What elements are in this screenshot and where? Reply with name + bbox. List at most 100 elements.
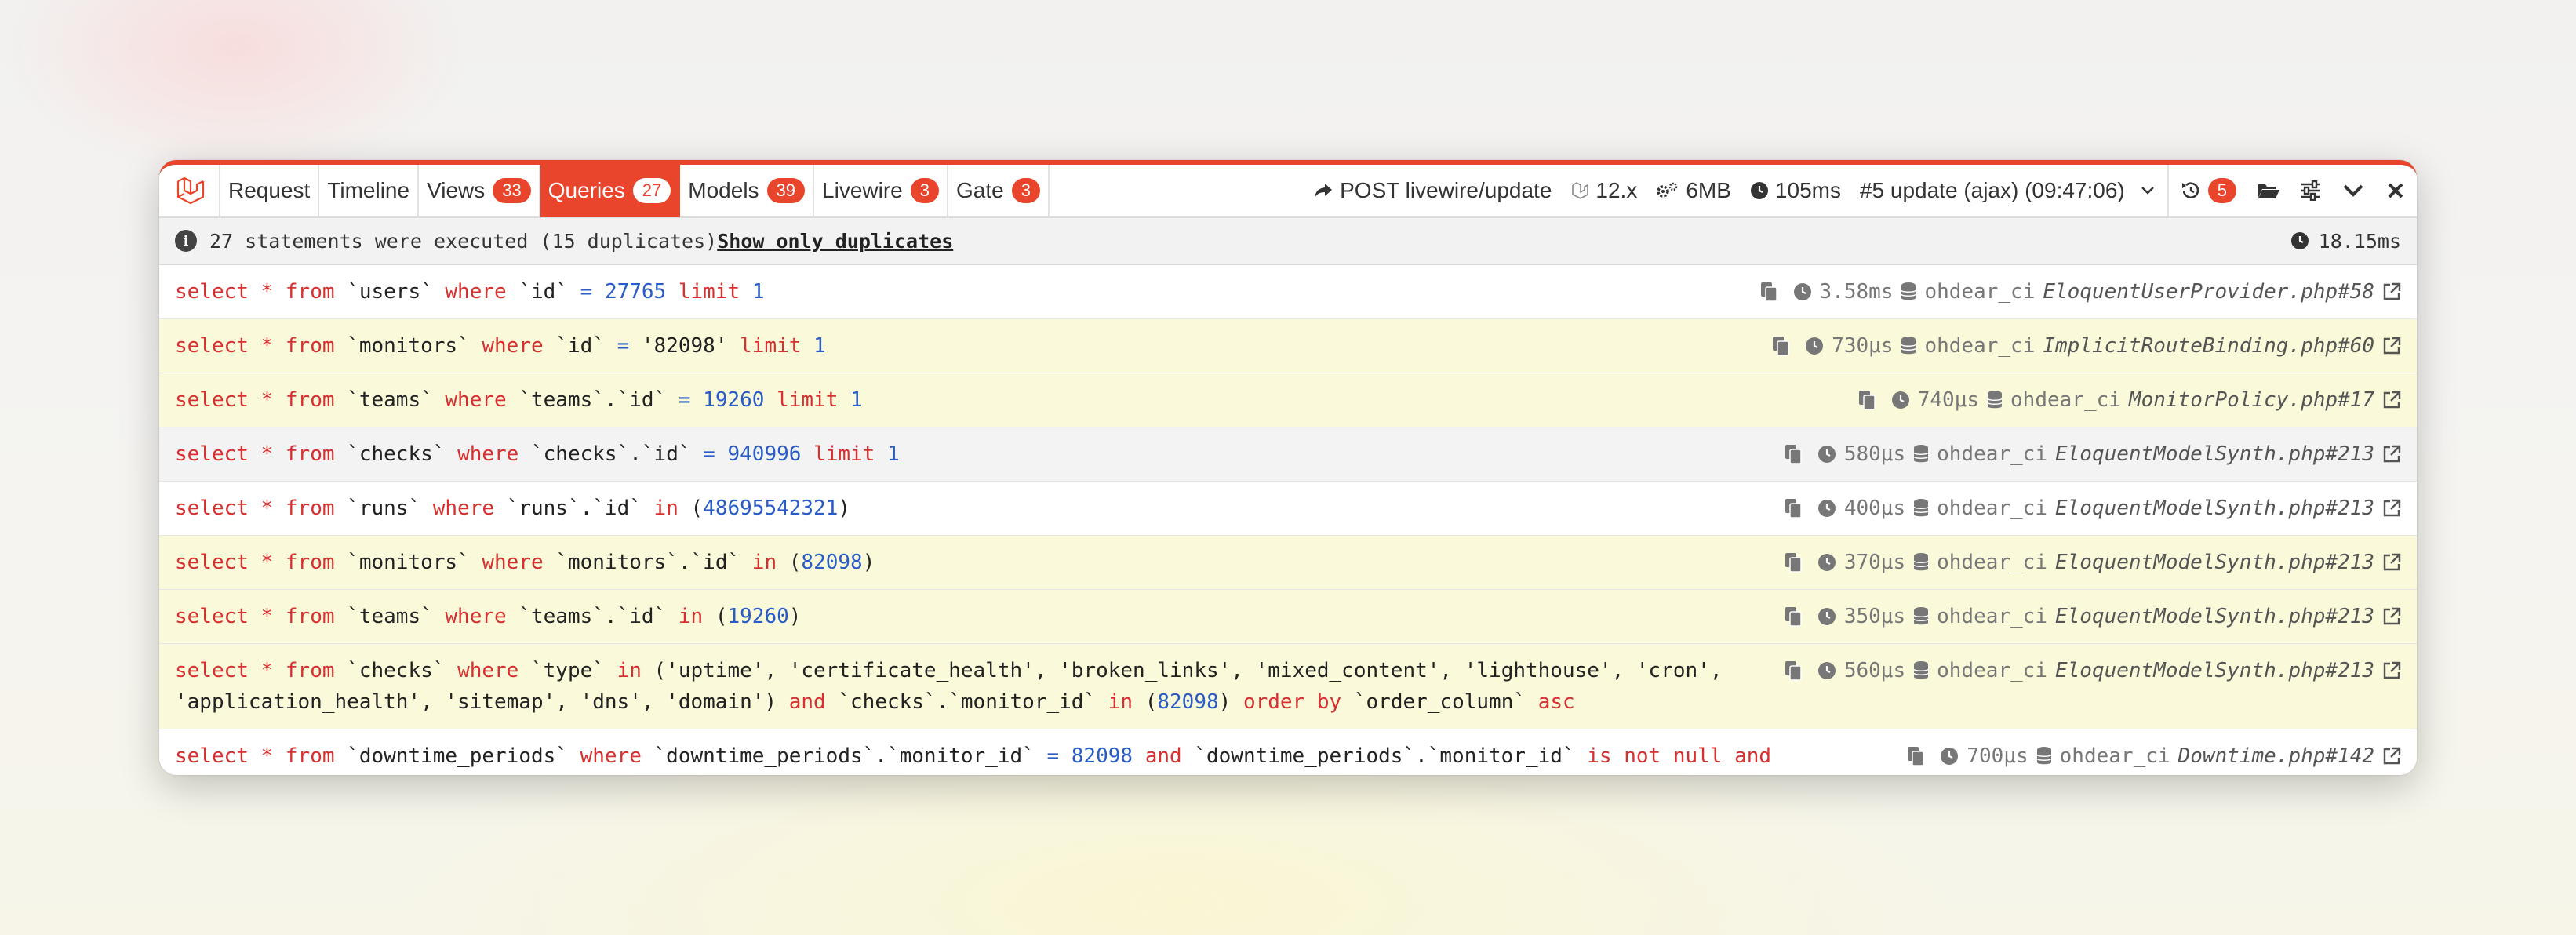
tab-count-badge: 3 bbox=[1011, 178, 1040, 203]
copy-button[interactable] bbox=[1772, 330, 1789, 362]
query-row[interactable]: select * from `runs` where `runs`.`id` i… bbox=[159, 482, 2417, 536]
external-link-icon[interactable] bbox=[2382, 601, 2401, 632]
database-icon bbox=[1913, 499, 1929, 517]
query-source-file[interactable]: MonitorPolicy.php#17 bbox=[2129, 384, 2374, 416]
query-sql: select * from `users` where `id` = 27765… bbox=[175, 280, 765, 304]
clock-icon bbox=[1793, 283, 1811, 300]
copy-button[interactable] bbox=[1785, 601, 1802, 632]
copy-icon bbox=[1908, 747, 1925, 766]
query-source-file[interactable]: EloquentModelSynth.php#213 bbox=[2055, 655, 2374, 686]
database-icon bbox=[1987, 384, 2003, 416]
laravel-logo-icon[interactable] bbox=[159, 165, 220, 217]
query-sql: select * from `teams` where `teams`.`id`… bbox=[175, 388, 863, 412]
clock-icon bbox=[1941, 748, 1959, 765]
external-link-icon[interactable] bbox=[2382, 276, 2401, 307]
tab-count-badge: 33 bbox=[493, 178, 531, 203]
query-connection: ohdear_ci bbox=[1924, 334, 2036, 358]
database-icon bbox=[1913, 661, 1929, 679]
database-icon bbox=[1913, 553, 1929, 571]
database-icon bbox=[2036, 747, 2052, 765]
tab-models[interactable]: Models 39 bbox=[680, 165, 815, 217]
tab-label: Models bbox=[688, 178, 759, 202]
tab-gate[interactable]: Gate 3 bbox=[948, 165, 1050, 217]
clock-icon bbox=[1805, 330, 1824, 362]
copy-icon bbox=[1785, 607, 1802, 627]
request-select[interactable]: #5 update (ajax) (09:47:06) bbox=[1850, 165, 2169, 217]
query-source-file[interactable]: EloquentModelSynth.php#213 bbox=[2055, 493, 2374, 524]
queries-summary-bar: i 27 statements were executed (15 duplic… bbox=[159, 218, 2417, 265]
query-meta: 560μs ohdear_ci EloquentModelSynth.php#213 bbox=[1785, 655, 2401, 718]
info-icon: i bbox=[175, 230, 197, 252]
clock-icon bbox=[1891, 384, 1910, 416]
history-button[interactable]: 5 bbox=[2169, 165, 2247, 217]
query-row[interactable]: select * from `downtime_periods` where `… bbox=[159, 729, 2417, 775]
copy-button[interactable] bbox=[1785, 438, 1802, 470]
show-duplicates-link[interactable]: Show only duplicates bbox=[717, 230, 953, 253]
copy-button[interactable] bbox=[1858, 384, 1876, 416]
external-link-icon[interactable] bbox=[2382, 330, 2401, 362]
laravel-small-icon bbox=[1572, 182, 1589, 199]
query-time: 3.58ms bbox=[1819, 280, 1894, 304]
copy-button[interactable] bbox=[1785, 655, 1802, 686]
query-time: 400μs bbox=[1843, 497, 1906, 520]
query-connection: ohdear_ci bbox=[2059, 744, 2170, 768]
tab-livewire[interactable]: Livewire 3 bbox=[814, 165, 948, 217]
query-row[interactable]: select * from `monitors` where `id` = '8… bbox=[159, 319, 2417, 373]
clock-icon bbox=[1817, 608, 1836, 625]
query-source-file[interactable]: EloquentModelSynth.php#213 bbox=[2055, 438, 2374, 470]
query-row[interactable]: select * from `checks` where `checks`.`i… bbox=[159, 427, 2417, 482]
external-link-icon[interactable] bbox=[2382, 384, 2401, 416]
minimize-button[interactable] bbox=[2332, 165, 2374, 217]
query-row[interactable]: select * from `checks` where `type` in (… bbox=[159, 644, 2417, 729]
tab-count-badge: 3 bbox=[910, 178, 939, 203]
close-icon bbox=[2388, 183, 2403, 198]
query-row[interactable]: select * from `users` where `id` = 27765… bbox=[159, 265, 2417, 319]
clock-icon bbox=[1806, 337, 1824, 355]
history-icon bbox=[2181, 182, 2199, 198]
settings-button[interactable] bbox=[2290, 165, 2332, 217]
tab-views[interactable]: Views 33 bbox=[419, 165, 540, 217]
query-time: 740μs bbox=[1917, 388, 1980, 412]
external-link-icon[interactable] bbox=[2382, 740, 2401, 772]
query-connection: ohdear_ci bbox=[1937, 659, 2047, 682]
external-link-icon[interactable] bbox=[2382, 655, 2401, 686]
clock-icon bbox=[1793, 276, 1812, 307]
query-time: 700μs bbox=[1967, 744, 2028, 768]
clock-icon bbox=[1940, 740, 1959, 772]
external-link-icon[interactable] bbox=[2382, 547, 2401, 578]
query-source-file[interactable]: ImplicitRouteBinding.php#60 bbox=[2043, 330, 2374, 362]
query-list: select * from `users` where `id` = 27765… bbox=[159, 265, 2417, 775]
laravel-version: 12.x bbox=[1561, 178, 1646, 203]
tab-queries[interactable]: Queries 27 bbox=[540, 165, 681, 217]
query-time: 560μs bbox=[1843, 659, 1906, 682]
clock-icon bbox=[1817, 547, 1836, 578]
external-link-icon[interactable] bbox=[2382, 438, 2401, 470]
clock-icon bbox=[1817, 655, 1836, 686]
copy-icon bbox=[1858, 391, 1876, 410]
external-link-icon[interactable] bbox=[2382, 493, 2401, 524]
query-row[interactable]: select * from `teams` where `teams`.`id`… bbox=[159, 590, 2417, 644]
query-meta: 700μs ohdear_ci Downtime.php#142 bbox=[1907, 740, 2401, 775]
query-source-file[interactable]: EloquentUserProvider.php#58 bbox=[2043, 276, 2374, 307]
query-row[interactable]: select * from `monitors` where `monitors… bbox=[159, 536, 2417, 590]
tab-label: Livewire bbox=[822, 178, 903, 202]
tab-request[interactable]: Request bbox=[220, 165, 320, 217]
copy-button[interactable] bbox=[1785, 493, 1802, 524]
tab-timeline[interactable]: Timeline bbox=[319, 165, 420, 217]
query-source-file[interactable]: EloquentModelSynth.php#213 bbox=[2055, 547, 2374, 578]
query-sql: select * from `checks` where `type` in (… bbox=[175, 659, 1723, 714]
open-folder-button[interactable] bbox=[2247, 165, 2290, 217]
copy-button[interactable] bbox=[1785, 547, 1802, 578]
query-source-file[interactable]: EloquentModelSynth.php#213 bbox=[2055, 601, 2374, 632]
database-icon bbox=[2036, 740, 2052, 772]
copy-button[interactable] bbox=[1907, 740, 1925, 772]
history-count-badge: 5 bbox=[2207, 178, 2236, 203]
tab-label: Request bbox=[228, 178, 311, 202]
copy-button[interactable] bbox=[1760, 276, 1777, 307]
database-icon bbox=[1901, 337, 1917, 355]
query-row[interactable]: select * from `teams` where `teams`.`id`… bbox=[159, 373, 2417, 427]
query-source-file[interactable]: Downtime.php#142 bbox=[2178, 740, 2374, 772]
close-button[interactable] bbox=[2374, 165, 2417, 217]
external-link-icon bbox=[2383, 445, 2401, 463]
route-indicator: POST livewire/update bbox=[1304, 178, 1561, 203]
